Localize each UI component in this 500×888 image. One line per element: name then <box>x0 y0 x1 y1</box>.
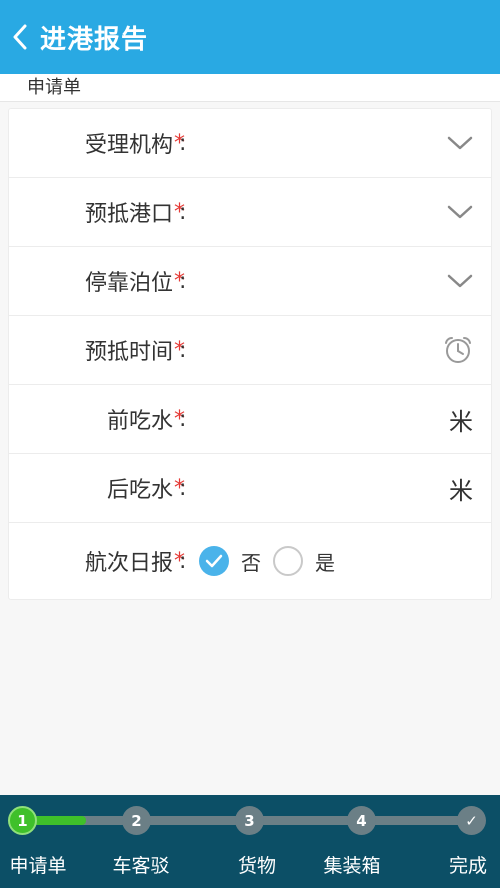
field-label: 前吃水 * <box>106 406 185 435</box>
radio-no[interactable] <box>199 546 229 576</box>
field-receiving-agency[interactable]: 受理机构 * : <box>9 109 491 178</box>
step-label: 完成 <box>448 855 488 877</box>
field-front-draft[interactable]: 前吃水 * : 米 <box>9 385 491 454</box>
step-2-dot[interactable]: 2 <box>122 806 151 835</box>
field-voyage-daily-report: 航次日报 * : 否 是 <box>9 523 491 599</box>
radio-group: 否 是 <box>199 523 347 599</box>
field-arrival-port[interactable]: 预抵港口 * : <box>9 178 491 247</box>
field-label: 停靠泊位 * <box>84 268 185 297</box>
section-label: 申请单 <box>0 74 500 102</box>
step-label: 货物 <box>237 855 277 877</box>
progress-stepper: 1 2 3 4 ✓ 申请单 车客驳 货物 集装箱 完成 <box>0 795 500 888</box>
step-3-dot[interactable]: 3 <box>235 806 264 835</box>
screen: 进港报告 申请单 受理机构 * : 预抵港口 * : 停靠泊位 * : 预抵时间 * <box>0 0 500 888</box>
top-app-bar: 进港报告 <box>0 0 500 74</box>
step-label: 车客驳 <box>112 855 170 877</box>
colon: : <box>179 337 187 363</box>
colon: : <box>179 548 187 574</box>
check-icon <box>205 554 223 568</box>
chevron-down-icon[interactable] <box>447 178 473 246</box>
field-label: 预抵时间 * <box>84 337 185 366</box>
chevron-down-icon[interactable] <box>447 247 473 315</box>
colon: : <box>179 130 187 156</box>
unit-meter: 米 <box>449 476 473 505</box>
unit-meter: 米 <box>449 407 473 436</box>
colon: : <box>179 475 187 501</box>
radio-yes[interactable] <box>273 546 303 576</box>
field-rear-draft[interactable]: 后吃水 * : 米 <box>9 454 491 523</box>
step-label: 申请单 <box>9 855 67 877</box>
chevron-down-icon[interactable] <box>447 109 473 177</box>
field-berth[interactable]: 停靠泊位 * : <box>9 247 491 316</box>
back-arrow-icon[interactable] <box>0 0 40 74</box>
radio-label-yes: 是 <box>315 550 335 575</box>
radio-label-no: 否 <box>241 550 261 575</box>
step-done-dot[interactable]: ✓ <box>457 806 486 835</box>
form-card: 受理机构 * : 预抵港口 * : 停靠泊位 * : 预抵时间 * : 前吃水 … <box>8 108 492 600</box>
colon: : <box>179 268 187 294</box>
step-1-dot[interactable]: 1 <box>8 806 37 835</box>
colon: : <box>179 406 187 432</box>
step-label: 集装箱 <box>323 855 381 877</box>
field-label: 受理机构 * <box>84 130 185 159</box>
step-4-dot[interactable]: 4 <box>347 806 376 835</box>
field-label: 航次日报 * <box>84 548 185 577</box>
field-arrival-time[interactable]: 预抵时间 * : <box>9 316 491 385</box>
colon: : <box>179 199 187 225</box>
page-title: 进港报告 <box>40 24 149 55</box>
field-label: 后吃水 * <box>106 475 185 504</box>
field-label: 预抵港口 * <box>84 199 185 228</box>
alarm-clock-icon[interactable] <box>443 316 473 384</box>
